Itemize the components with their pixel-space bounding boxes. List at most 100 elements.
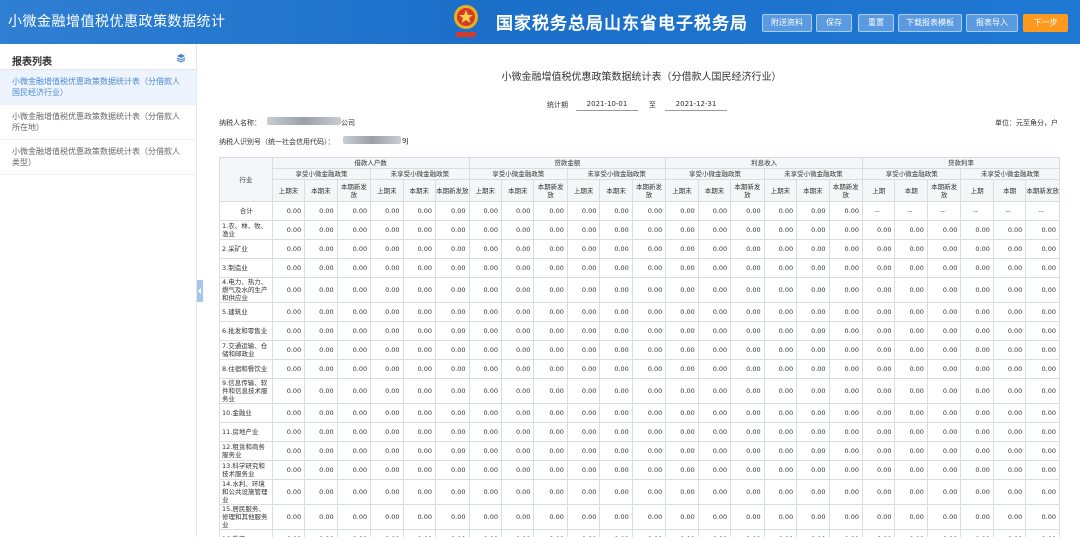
- value-cell[interactable]: 0.00: [402, 460, 437, 480]
- value-cell[interactable]: 0.00: [370, 504, 404, 530]
- value-cell[interactable]: 0.00: [500, 220, 535, 240]
- value-cell[interactable]: 0.00: [960, 441, 994, 461]
- value-cell[interactable]: 0.00: [402, 479, 437, 505]
- value-cell[interactable]: 0.00: [894, 277, 928, 303]
- value-cell[interactable]: 0.00: [960, 479, 994, 505]
- value-cell[interactable]: 0.00: [533, 340, 568, 360]
- value-cell[interactable]: 0.00: [566, 302, 601, 322]
- value-cell[interactable]: 0.00: [304, 277, 338, 303]
- value-cell[interactable]: 0.00: [533, 460, 568, 480]
- value-cell[interactable]: 0.00: [271, 359, 306, 379]
- value-cell[interactable]: 0.00: [500, 340, 535, 360]
- value-cell[interactable]: 0.00: [500, 239, 535, 259]
- value-cell[interactable]: 0.00: [992, 460, 1027, 480]
- value-cell[interactable]: 0.00: [599, 321, 633, 341]
- reset-button[interactable]: 重置: [858, 14, 894, 32]
- value-cell[interactable]: 0.00: [894, 504, 928, 530]
- value-cell[interactable]: 0.00: [665, 378, 699, 404]
- value-cell[interactable]: 0.00: [697, 529, 732, 537]
- value-cell[interactable]: 0.00: [960, 359, 994, 379]
- value-cell[interactable]: 0.00: [304, 239, 338, 259]
- value-cell[interactable]: 0.00: [304, 359, 338, 379]
- value-cell[interactable]: 0.00: [992, 504, 1027, 530]
- value-cell[interactable]: 0.00: [370, 302, 404, 322]
- sidebar-item-by-type[interactable]: 小微金融增值税优惠政策数据统计表（分借款人类型）: [0, 140, 196, 175]
- value-cell[interactable]: 0.00: [271, 220, 306, 240]
- value-cell[interactable]: 0.00: [631, 321, 667, 341]
- value-cell[interactable]: 0.00: [828, 302, 864, 322]
- value-cell[interactable]: 0.00: [828, 258, 864, 278]
- value-cell[interactable]: 0.00: [566, 220, 601, 240]
- value-cell[interactable]: 0.00: [500, 258, 535, 278]
- value-cell[interactable]: 0.00: [533, 529, 568, 537]
- value-cell[interactable]: 0.00: [730, 277, 765, 303]
- value-cell[interactable]: 0.00: [336, 258, 372, 278]
- value-cell[interactable]: 0.00: [665, 302, 699, 322]
- value-cell[interactable]: 0.00: [402, 359, 437, 379]
- value-cell[interactable]: 0.00: [435, 277, 470, 303]
- value-cell[interactable]: 0.00: [828, 529, 864, 537]
- value-cell[interactable]: 0.00: [599, 504, 633, 530]
- value-cell[interactable]: 0.00: [402, 403, 437, 423]
- value-cell[interactable]: 0.00: [468, 277, 502, 303]
- value-cell[interactable]: 0.00: [370, 220, 404, 240]
- value-cell[interactable]: 0.00: [697, 378, 732, 404]
- value-cell[interactable]: 0.00: [796, 258, 830, 278]
- value-cell[interactable]: 0.00: [631, 441, 667, 461]
- value-cell[interactable]: 0.00: [862, 378, 896, 404]
- value-cell[interactable]: 0.00: [730, 302, 765, 322]
- value-cell[interactable]: 0.00: [468, 321, 502, 341]
- value-cell[interactable]: 0.00: [435, 529, 470, 537]
- value-cell[interactable]: 0.00: [796, 403, 830, 423]
- value-cell[interactable]: 0.00: [336, 403, 372, 423]
- value-cell[interactable]: 0.00: [763, 422, 798, 442]
- value-cell[interactable]: 0.00: [730, 239, 765, 259]
- value-cell[interactable]: 0.00: [665, 359, 699, 379]
- value-cell[interactable]: 0.00: [533, 258, 568, 278]
- value-cell[interactable]: 0.00: [370, 479, 404, 505]
- value-cell[interactable]: 0.00: [566, 239, 601, 259]
- value-cell[interactable]: 0.00: [730, 460, 765, 480]
- value-cell[interactable]: 0.00: [763, 302, 798, 322]
- value-cell[interactable]: 0.00: [304, 378, 338, 404]
- value-cell[interactable]: 0.00: [697, 504, 732, 530]
- value-cell[interactable]: 0.00: [599, 529, 633, 537]
- value-cell[interactable]: 0.00: [796, 504, 830, 530]
- value-cell[interactable]: 0.00: [763, 460, 798, 480]
- value-cell[interactable]: 0.00: [304, 258, 338, 278]
- value-cell[interactable]: 0.00: [566, 479, 601, 505]
- value-cell[interactable]: 0.00: [566, 340, 601, 360]
- value-cell[interactable]: 0.00: [992, 239, 1027, 259]
- value-cell[interactable]: 0.00: [828, 340, 864, 360]
- value-cell[interactable]: 0.00: [894, 340, 928, 360]
- value-cell[interactable]: 0.00: [468, 504, 502, 530]
- value-cell[interactable]: 0.00: [631, 302, 667, 322]
- value-cell[interactable]: 0.00: [730, 340, 765, 360]
- value-cell[interactable]: 0.00: [336, 340, 372, 360]
- value-cell[interactable]: 0.00: [631, 460, 667, 480]
- value-cell[interactable]: 0.00: [1025, 321, 1060, 341]
- value-cell[interactable]: 0.00: [960, 258, 994, 278]
- value-cell[interactable]: 0.00: [730, 403, 765, 423]
- value-cell[interactable]: 0.00: [435, 441, 470, 461]
- value-cell[interactable]: 0.00: [533, 239, 568, 259]
- value-cell[interactable]: 0.00: [271, 321, 306, 341]
- value-cell[interactable]: 0.00: [796, 359, 830, 379]
- value-cell[interactable]: 0.00: [468, 403, 502, 423]
- value-cell[interactable]: 0.00: [730, 321, 765, 341]
- value-cell[interactable]: 0.00: [566, 321, 601, 341]
- value-cell[interactable]: 0.00: [697, 302, 732, 322]
- value-cell[interactable]: 0.00: [796, 277, 830, 303]
- value-cell[interactable]: 0.00: [500, 403, 535, 423]
- value-cell[interactable]: 0.00: [435, 378, 470, 404]
- statistics-table-container[interactable]: 行业 借款人户数 贷款金额 利息收入 贷款利率 享受小微金融政策 未享受小微金融政…: [219, 157, 1060, 537]
- value-cell[interactable]: 0.00: [697, 321, 732, 341]
- value-cell[interactable]: 0.00: [926, 378, 962, 404]
- value-cell[interactable]: 0.00: [631, 422, 667, 442]
- value-cell[interactable]: 0.00: [500, 460, 535, 480]
- value-cell[interactable]: 0.00: [370, 359, 404, 379]
- value-cell[interactable]: 0.00: [304, 529, 338, 537]
- value-cell[interactable]: 0.00: [271, 277, 306, 303]
- value-cell[interactable]: 0.00: [468, 441, 502, 461]
- value-cell[interactable]: 0.00: [370, 422, 404, 442]
